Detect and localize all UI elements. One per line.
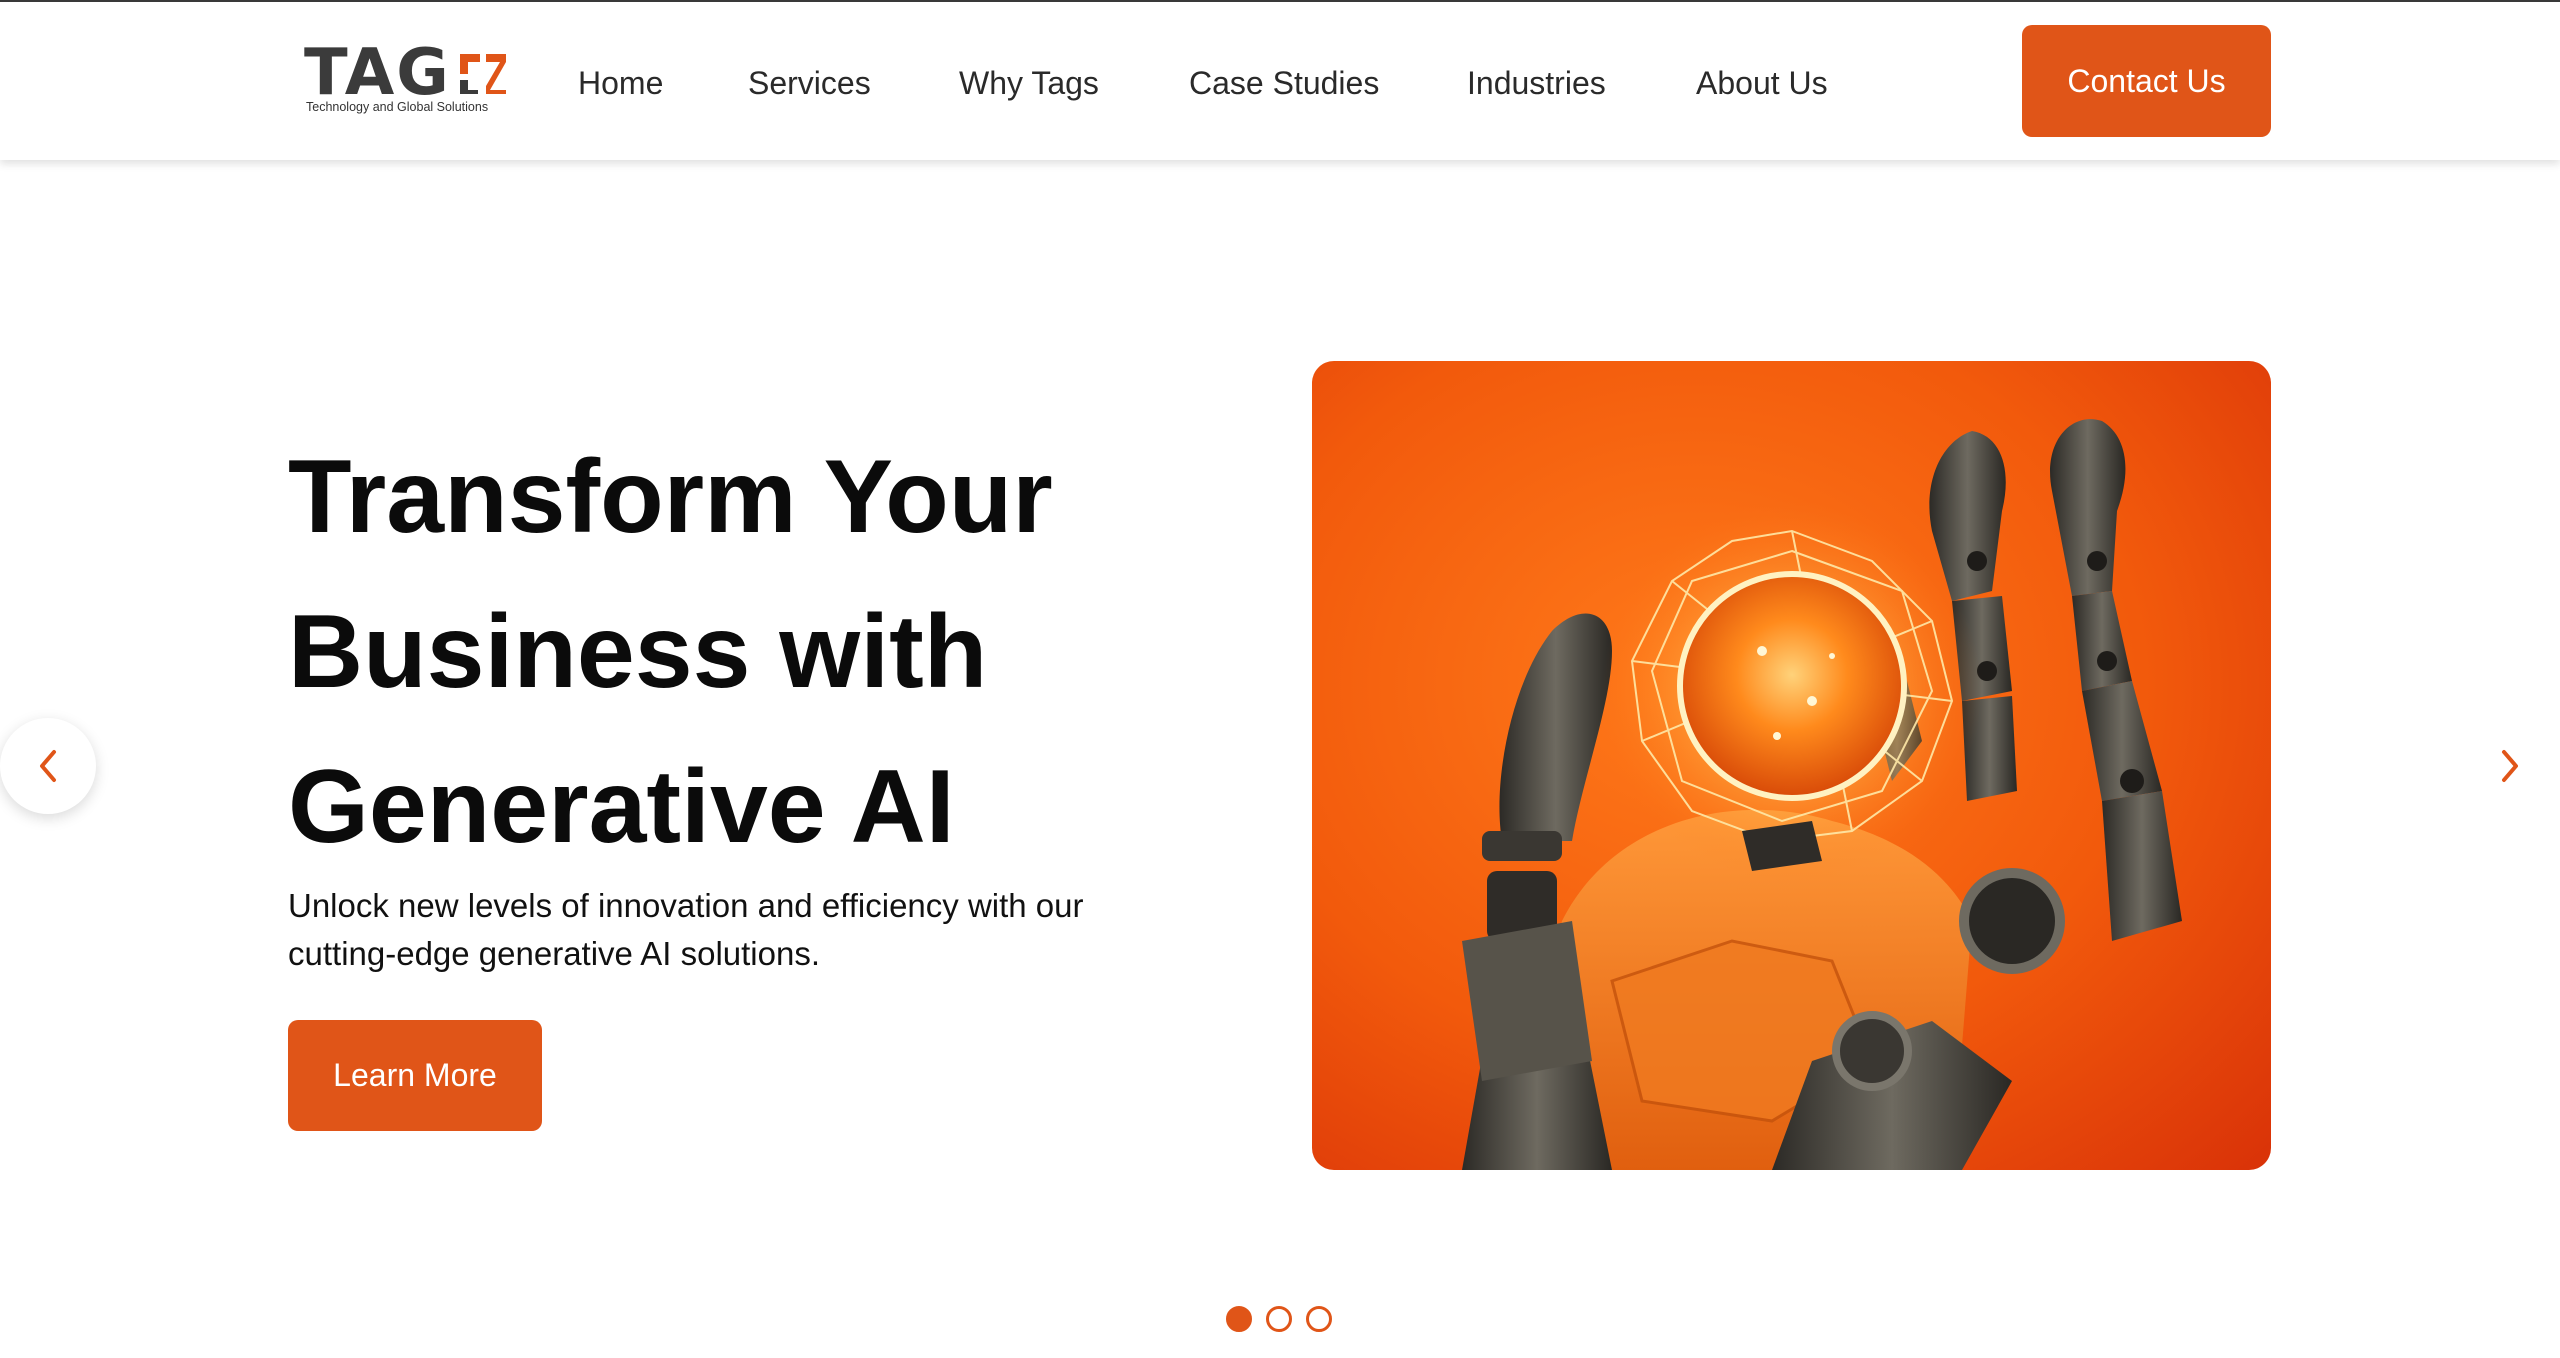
site-header: TAG Technology and Global Solutions Home… xyxy=(0,2,2560,160)
carousel-prev-button[interactable] xyxy=(0,718,96,814)
hero-image xyxy=(1312,361,2271,1170)
carousel-dots xyxy=(1226,1306,1336,1332)
contact-us-button[interactable]: Contact Us xyxy=(2022,25,2271,137)
nav-industries[interactable]: Industries xyxy=(1467,58,1606,108)
nav-services[interactable]: Services xyxy=(748,58,871,108)
learn-more-button[interactable]: Learn More xyxy=(288,1020,542,1131)
hero-title-line-3: Generative AI xyxy=(288,749,955,865)
robotic-hand-icon xyxy=(1462,419,2182,1170)
chevron-right-icon xyxy=(2502,750,2518,782)
nav-case-studies[interactable]: Case Studies xyxy=(1189,58,1379,108)
nav-why-tags[interactable]: Why Tags xyxy=(959,58,1099,108)
logo-tagline: Technology and Global Solutions xyxy=(306,100,489,114)
logo[interactable]: TAG Technology and Global Solutions xyxy=(304,38,514,120)
logo-mark-icon xyxy=(460,54,506,94)
carousel-dot-2[interactable] xyxy=(1266,1306,1292,1332)
nav-home[interactable]: Home xyxy=(578,58,663,108)
chevron-left-icon xyxy=(40,750,56,782)
hero-title: Transform Your Business with Generative … xyxy=(288,420,1188,885)
hero-title-line-2: Business with xyxy=(288,594,988,710)
carousel-dot-1[interactable] xyxy=(1226,1306,1252,1332)
carousel-dot-3[interactable] xyxy=(1306,1306,1332,1332)
logo-wordmark: TAG xyxy=(304,36,451,110)
hero-subtitle: Unlock new levels of innovation and effi… xyxy=(288,887,1084,972)
nav-about-us[interactable]: About Us xyxy=(1696,58,1828,108)
carousel-next-button[interactable] xyxy=(2486,740,2534,792)
hero-title-line-1: Transform Your xyxy=(288,439,1053,555)
